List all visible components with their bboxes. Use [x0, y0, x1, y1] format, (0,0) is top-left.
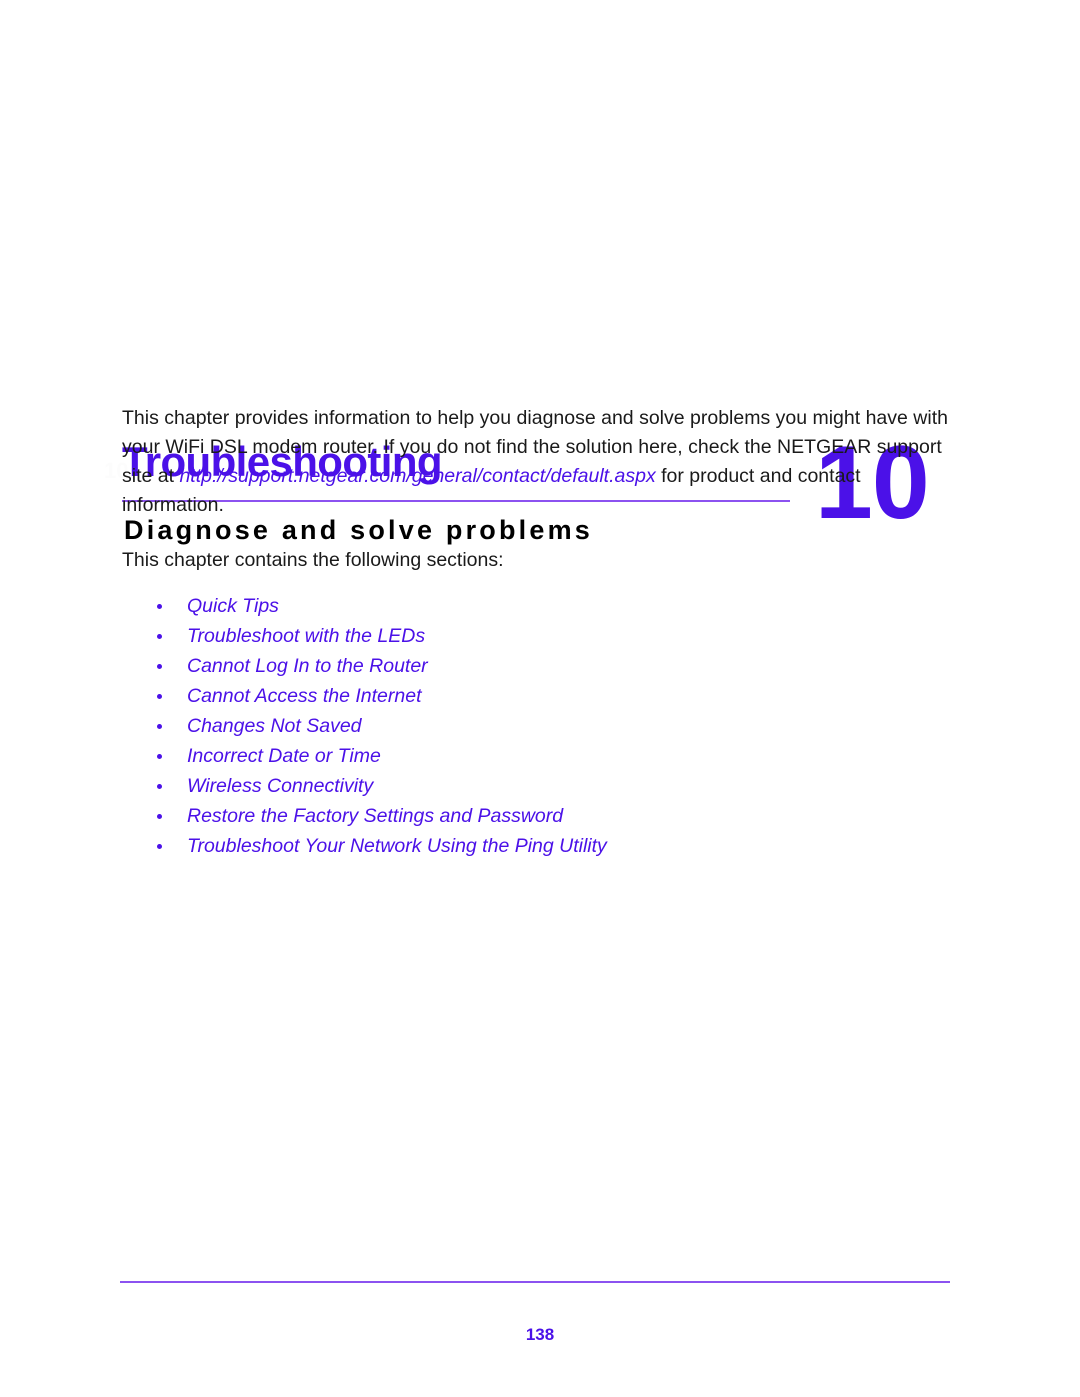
- section-link-wireless-connectivity[interactable]: Wireless Connectivity: [187, 775, 373, 797]
- section-link-list: Quick Tips Troubleshoot with the LEDs Ca…: [122, 591, 962, 861]
- footer-divider: [120, 1281, 950, 1283]
- list-item[interactable]: Troubleshoot with the LEDs: [122, 621, 962, 651]
- list-item[interactable]: Cannot Access the Internet: [122, 681, 962, 711]
- section-link-quick-tips[interactable]: Quick Tips: [187, 595, 279, 617]
- list-item[interactable]: Incorrect Date or Time: [122, 741, 962, 771]
- intro-paragraph: This chapter provides information to hel…: [122, 404, 960, 520]
- list-item[interactable]: Changes Not Saved: [122, 711, 962, 741]
- list-item[interactable]: Wireless Connectivity: [122, 771, 962, 801]
- section-link-incorrect-date-or-time[interactable]: Incorrect Date or Time: [187, 745, 381, 767]
- list-item[interactable]: Quick Tips: [122, 591, 962, 621]
- section-link-changes-not-saved[interactable]: Changes Not Saved: [187, 715, 362, 737]
- chapter-header: 10. Troubleshooting Diagnose and solve p…: [0, 215, 1080, 545]
- netgear-support-link[interactable]: http://support.netgear.com/general/conta…: [179, 465, 655, 487]
- document-page: 10. Troubleshooting Diagnose and solve p…: [0, 0, 1080, 1397]
- section-link-cannot-log-in-to-the-router[interactable]: Cannot Log In to the Router: [187, 655, 428, 677]
- list-item[interactable]: Troubleshoot Your Network Using the Ping…: [122, 831, 962, 861]
- section-link-cannot-access-the-internet[interactable]: Cannot Access the Internet: [187, 685, 422, 707]
- sections-lead-text: This chapter contains the following sect…: [122, 549, 504, 571]
- section-link-troubleshoot-with-the-leds[interactable]: Troubleshoot with the LEDs: [187, 625, 425, 647]
- list-item[interactable]: Restore the Factory Settings and Passwor…: [122, 801, 962, 831]
- body-content: This chapter provides information to hel…: [122, 404, 962, 861]
- list-item[interactable]: Cannot Log In to the Router: [122, 651, 962, 681]
- section-link-troubleshoot-your-network-using-the-ping-utility[interactable]: Troubleshoot Your Network Using the Ping…: [187, 835, 607, 857]
- section-link-restore-the-factory-settings-and-password[interactable]: Restore the Factory Settings and Passwor…: [187, 805, 563, 827]
- page-number: 138: [525, 1325, 555, 1344]
